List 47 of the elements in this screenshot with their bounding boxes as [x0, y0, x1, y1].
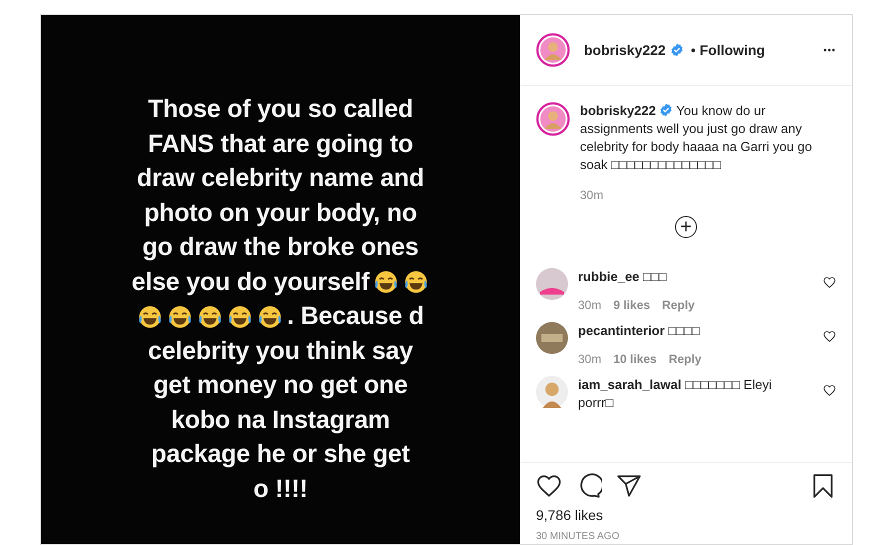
- post-image-text: FANS that are going to: [148, 130, 414, 159]
- post-image-text: draw celebrity name and: [136, 164, 424, 194]
- comment-text: pecantinterior □□□□: [578, 322, 701, 340]
- post-image-text: Those of you so called: [148, 95, 414, 124]
- likes-count[interactable]: 9,786 likes: [536, 507, 836, 523]
- laughing-emoji-icon: [167, 304, 194, 330]
- post-image-text: get money no get one: [153, 371, 408, 400]
- username-link[interactable]: pecantinterior: [578, 323, 665, 338]
- commenter-avatar[interactable]: [536, 376, 568, 408]
- username-link[interactable]: bobrisky222: [580, 103, 656, 118]
- post-image-text: go draw the broke ones: [142, 233, 419, 262]
- comment-time: 30m: [578, 352, 602, 366]
- username-link[interactable]: rubbie_ee: [578, 269, 640, 284]
- profile-avatar[interactable]: [536, 102, 570, 136]
- laughing-emoji-icon: [257, 304, 284, 330]
- post-image-text: o !!!!: [253, 474, 308, 504]
- caption-text: bobrisky222 You know do ur assignments well you just go draw any celebrity for body haaaa na Garri you go soak □□□□□□□□□□□□□□: [580, 102, 813, 174]
- load-more-button[interactable]: +: [675, 216, 697, 238]
- username-link[interactable]: iam_sarah_lawal: [578, 377, 682, 392]
- share-icon[interactable]: [616, 473, 642, 499]
- following-button[interactable]: Following: [700, 42, 765, 58]
- like-comment-icon[interactable]: [823, 384, 836, 397]
- post-image-text: package he or she get: [151, 440, 410, 470]
- comment-time: 30m: [578, 298, 602, 312]
- post-time: 30m: [580, 188, 604, 202]
- post-image-text: kobo na Instagram: [171, 406, 390, 435]
- laughing-emoji-icon: [197, 304, 224, 330]
- post-image-text: else you do yourself: [132, 268, 370, 297]
- separator-dot: •: [690, 42, 696, 58]
- commenter-avatar[interactable]: [536, 322, 568, 354]
- laughing-emoji-icon: [403, 269, 430, 296]
- post-time: 30 MINUTES AGO: [536, 531, 620, 542]
- comment-text: rubbie_ee □□□: [578, 268, 668, 286]
- post-image-text: photo on your body, no: [144, 198, 417, 228]
- laughing-emoji-icon: [373, 269, 400, 296]
- laughing-emoji-icon: [227, 304, 254, 330]
- laughing-emoji-icon: [137, 304, 164, 330]
- like-comment-icon[interactable]: [823, 330, 836, 343]
- like-comment-icon[interactable]: [823, 276, 836, 289]
- more-options-button[interactable]: •••: [824, 45, 836, 55]
- profile-avatar[interactable]: [536, 33, 570, 67]
- post-image-text: . Because d: [287, 302, 424, 332]
- like-icon[interactable]: [536, 473, 562, 499]
- username-link[interactable]: bobrisky222: [584, 42, 666, 58]
- commenter-avatar[interactable]: [536, 268, 568, 300]
- post-image-text: celebrity you think say: [148, 336, 413, 366]
- comment-text: iam_sarah_lawal □□□□□□□ Eleyi porrr□: [578, 376, 773, 412]
